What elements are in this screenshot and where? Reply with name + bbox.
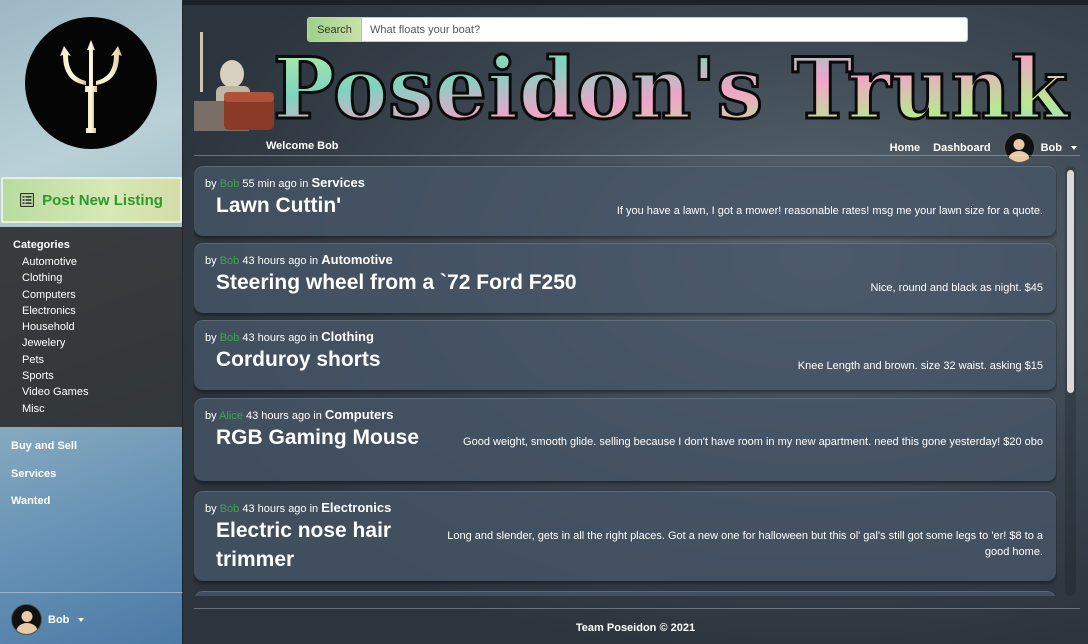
post-new-listing-label: Post New Listing: [42, 191, 163, 209]
listing-category[interactable]: Clothing: [321, 329, 374, 344]
listing-title[interactable]: Corduroy shorts: [216, 345, 381, 374]
nav-home-link[interactable]: Home: [890, 142, 921, 154]
post-new-listing-button[interactable]: Post New Listing: [1, 177, 182, 223]
sidebar-user-menu[interactable]: Bob: [11, 604, 85, 635]
category-electronics[interactable]: Electronics: [22, 303, 183, 319]
search-input[interactable]: [362, 18, 967, 41]
main-area: Poseidon's Trunk Search Welcome Bob Home…: [183, 0, 1088, 644]
welcome-text: Welcome Bob: [266, 140, 339, 152]
listing-author[interactable]: Bob: [220, 178, 240, 190]
listing-author[interactable]: Bob: [220, 255, 240, 267]
caret-down-icon: [1071, 145, 1077, 150]
nav-user-menu[interactable]: Bob: [1003, 132, 1077, 163]
listing-by: by: [205, 410, 217, 422]
listing-card[interactable]: by Bob 43 hours ago in Automotive Steeri…: [194, 243, 1056, 313]
category-household[interactable]: Household: [22, 319, 183, 335]
footer-text: Team Poseidon © 2021: [575, 622, 696, 634]
listing-by: by: [205, 178, 217, 190]
listing-card[interactable]: by Bob 43 hours ago in Electronics Elect…: [194, 491, 1056, 581]
listing-by: by: [205, 332, 217, 344]
listing-card[interactable]: by Alice 43 hours ago in Computers RGB G…: [194, 398, 1056, 481]
top-nav: Home Dashboard Bob: [890, 132, 1077, 163]
sidebar-link-buy-and-sell[interactable]: Buy and Sell: [11, 440, 77, 452]
logo-area: [0, 0, 183, 175]
caret-down-icon: [78, 617, 85, 622]
banner-title: Poseidon's Trunk: [273, 40, 1071, 135]
listing-time: 43 hours ago in: [242, 503, 319, 515]
listing-time: 43 hours ago in: [242, 255, 319, 267]
listing-meta: by Alice 43 hours ago in Computers: [205, 407, 394, 422]
listing-category[interactable]: Electronics: [321, 500, 391, 515]
categories-panel: Categories Automotive Clothing Computers…: [0, 227, 183, 427]
listing-description: Good weight, smooth glide. selling becau…: [463, 436, 1043, 448]
listing-title[interactable]: Steering wheel from a `72 Ford F250: [216, 268, 577, 297]
category-sports[interactable]: Sports: [22, 368, 183, 384]
category-jewelery[interactable]: Jewelery: [22, 335, 183, 351]
listing-title[interactable]: RGB Gaming Mouse: [216, 423, 419, 452]
category-misc[interactable]: Misc: [22, 401, 183, 417]
footer-divider: [194, 608, 1080, 609]
listing-card[interactable]: by Bob 43 hours ago in Clothing Corduroy…: [194, 320, 1056, 390]
categories-title: Categories: [13, 239, 70, 251]
listing-author[interactable]: Alice: [219, 410, 243, 422]
sidebar-link-services[interactable]: Services: [11, 468, 56, 480]
sidebar-user-name: Bob: [48, 613, 70, 626]
category-clothing[interactable]: Clothing: [22, 270, 183, 286]
category-video-games[interactable]: Video Games: [22, 384, 183, 400]
feed-scrollbar[interactable]: [1065, 166, 1076, 596]
header-divider: [194, 155, 1080, 156]
user-avatar-icon: [1003, 132, 1035, 163]
listing-meta: by Bob 43 hours ago in Automotive: [205, 252, 393, 267]
listing-by: by: [205, 255, 217, 267]
listing-author[interactable]: Bob: [220, 503, 240, 515]
nav-user-name: Bob: [1040, 141, 1062, 154]
listing-category[interactable]: Services: [311, 175, 365, 190]
trident-logo[interactable]: [25, 17, 157, 149]
listing-title[interactable]: Lawn Cuttin': [216, 191, 341, 220]
search-button[interactable]: Search: [308, 18, 362, 41]
sidebar-divider: [0, 592, 183, 593]
listing-time: 43 hours ago in: [245, 410, 322, 422]
search-bar: Search: [307, 17, 968, 42]
category-pets[interactable]: Pets: [22, 352, 183, 368]
nav-dashboard-link[interactable]: Dashboard: [933, 142, 990, 154]
listing-card[interactable]: [194, 591, 1056, 596]
listing-description: Knee Length and brown. size 32 waist. as…: [797, 360, 1043, 372]
sidebar-link-wanted[interactable]: Wanted: [11, 495, 50, 507]
listing-meta: by Bob 43 hours ago in Clothing: [205, 329, 374, 344]
poseidon-statue-image: [194, 32, 274, 131]
listing-author[interactable]: Bob: [220, 332, 240, 344]
category-automotive[interactable]: Automotive: [22, 254, 183, 270]
sidebar: Post New Listing Categories Automotive C…: [0, 0, 183, 644]
listing-description: Long and slender, gets in all the right …: [447, 530, 1043, 558]
feed-scrollbar-thumb[interactable]: [1067, 170, 1074, 393]
listing-category[interactable]: Computers: [325, 407, 394, 422]
category-computers[interactable]: Computers: [22, 287, 183, 303]
listing-time: 55 min ago in: [242, 178, 309, 190]
listing-meta: by Bob 43 hours ago in Electronics: [205, 500, 391, 515]
list-icon: [20, 193, 35, 207]
listings-feed: by Bob 55 min ago in Services Lawn Cutti…: [194, 164, 1057, 596]
listing-meta: by Bob 55 min ago in Services: [205, 175, 365, 190]
listing-description: If you have a lawn, I got a mower! reaso…: [616, 205, 1043, 217]
listing-description: Nice, round and black as night. $45: [870, 282, 1043, 294]
trident-icon: [60, 40, 122, 133]
user-avatar-icon: [11, 604, 42, 635]
listing-category[interactable]: Automotive: [321, 252, 393, 267]
listing-title[interactable]: Electric nose hair trimmer: [216, 516, 446, 574]
svg-text:Poseidon's Trunk: Poseidon's Trunk: [273, 40, 1070, 135]
listing-time: 43 hours ago in: [242, 332, 319, 344]
listing-card[interactable]: by Bob 55 min ago in Services Lawn Cutti…: [194, 166, 1056, 236]
listing-by: by: [205, 503, 217, 515]
